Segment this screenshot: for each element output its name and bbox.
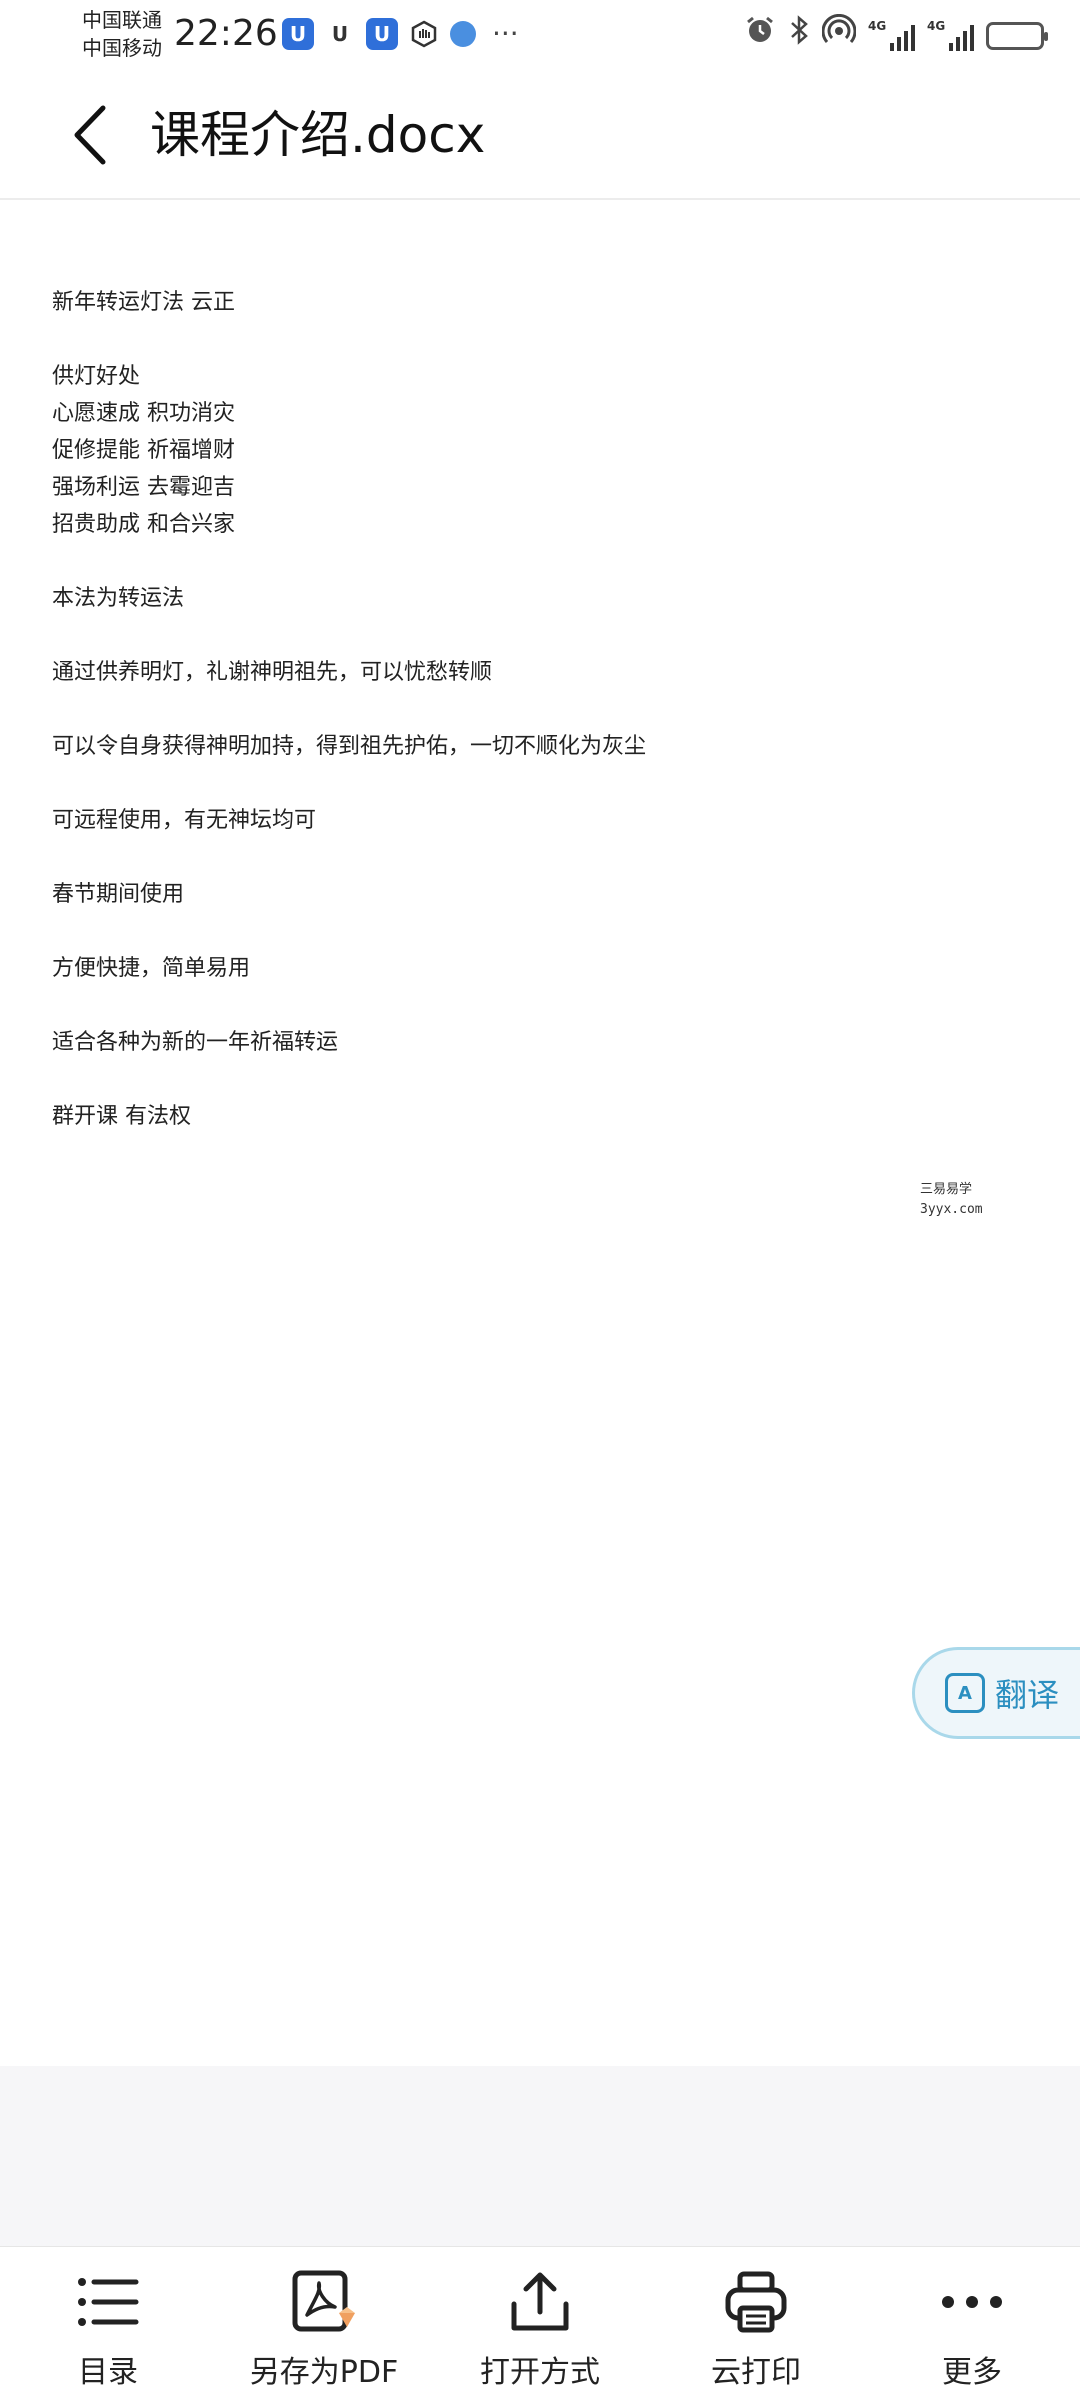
toolbar-item-label: 目录: [78, 2355, 138, 2390]
toolbar-item-label: 云打印: [711, 2355, 801, 2390]
browser-icon: [450, 21, 476, 47]
list-icon: [73, 2267, 143, 2337]
hotspot-icon: [821, 13, 857, 58]
translate-label: 翻译: [995, 1676, 1060, 1714]
translate-button[interactable]: A 翻译: [912, 1647, 1080, 1739]
toolbar-item-more[interactable]: 更多: [864, 2247, 1080, 2400]
toolbar-item-label: 打开方式: [480, 2355, 600, 2390]
toolbar-item-label: 更多: [942, 2355, 1002, 2390]
page-title: 课程介绍.docx: [150, 106, 486, 164]
clock: 22:26: [174, 13, 278, 54]
document-line: 可以令自身获得神明加持，得到祖先护佑，一切不顺化为灰尘: [52, 734, 647, 759]
watermark-line: 三易易学: [920, 1182, 973, 1197]
status-bar: 中国联通 中国移动 22:26 U U U ··· 4G 4G: [0, 0, 1080, 70]
carrier-info: 中国联通 中国移动: [82, 6, 162, 62]
page-gap: [0, 2066, 1080, 2246]
title-bar: 课程介绍.docx: [0, 70, 1080, 200]
translate-icon: A: [945, 1673, 985, 1713]
document-line: 通过供养明灯，礼谢神明祖先，可以忧愁转顺: [52, 660, 493, 685]
app-notification-icon: U: [282, 18, 314, 50]
toolbar-item-cloud-print[interactable]: 云打印: [648, 2247, 864, 2400]
more-icon: [937, 2267, 1007, 2337]
more-notifications-icon: ···: [492, 17, 519, 50]
signal-1-label: 4G: [868, 19, 887, 33]
app-notification-icon: U: [331, 22, 349, 46]
document-line: 促修提能 祈福增财: [52, 438, 235, 463]
toolbar-item-open-with[interactable]: 打开方式: [432, 2247, 648, 2400]
hand-icon: [408, 18, 440, 50]
document-line: 本法为转运法: [52, 586, 185, 611]
watermark-line: 3yyx.com: [920, 1202, 983, 1217]
notification-icons: U U U ···: [282, 18, 519, 50]
battery-icon: [986, 22, 1048, 50]
system-icons: 4G 4G: [744, 13, 1048, 58]
alarm-icon: [744, 14, 776, 58]
signal-2-icon: 4G: [927, 19, 974, 51]
signal-2-label: 4G: [927, 19, 946, 33]
document-line: 春节期间使用: [52, 882, 185, 907]
document-line: 新年转运灯法 云正: [52, 290, 235, 315]
printer-icon: [721, 2267, 791, 2337]
signal-1-icon: 4G: [868, 19, 915, 51]
back-arrow-icon: [74, 105, 106, 165]
toolbar-item-label: 另存为PDF: [249, 2355, 399, 2390]
share-icon: [505, 2267, 575, 2337]
document-line: 群开课 有法权: [52, 1104, 191, 1129]
document-line: 强场利运 去霉迎吉: [52, 475, 235, 500]
document-line: 适合各种为新的一年祈福转运: [52, 1030, 339, 1055]
document-line: 可远程使用，有无神坛均可: [52, 808, 317, 833]
carrier-2: 中国移动: [82, 36, 162, 60]
document-line: 招贵助成 和合兴家: [52, 512, 235, 537]
pdf-icon: [289, 2267, 359, 2337]
carrier-1: 中国联通: [82, 8, 162, 32]
toolbar-item-contents[interactable]: 目录: [0, 2247, 216, 2400]
back-button[interactable]: [54, 100, 124, 170]
toolbar-item-save-pdf[interactable]: 另存为PDF: [216, 2247, 432, 2400]
document-line: 供灯好处: [52, 364, 141, 389]
document-line: 心愿速成 积功消灾: [52, 401, 235, 426]
app-notification-icon: U: [366, 18, 398, 50]
bottom-toolbar: 目录 另存为PDF 打开方式 云打印 更多: [0, 2246, 1080, 2400]
document-line: 方便快捷，简单易用: [52, 956, 251, 981]
watermark: 三易易学 3yyx.com: [920, 1180, 983, 1220]
document-viewer[interactable]: 新年转运灯法 云正 供灯好处 心愿速成 积功消灾 促修提能 祈福增财 强场利运 …: [0, 202, 1080, 2066]
bluetooth-icon: [788, 14, 810, 58]
